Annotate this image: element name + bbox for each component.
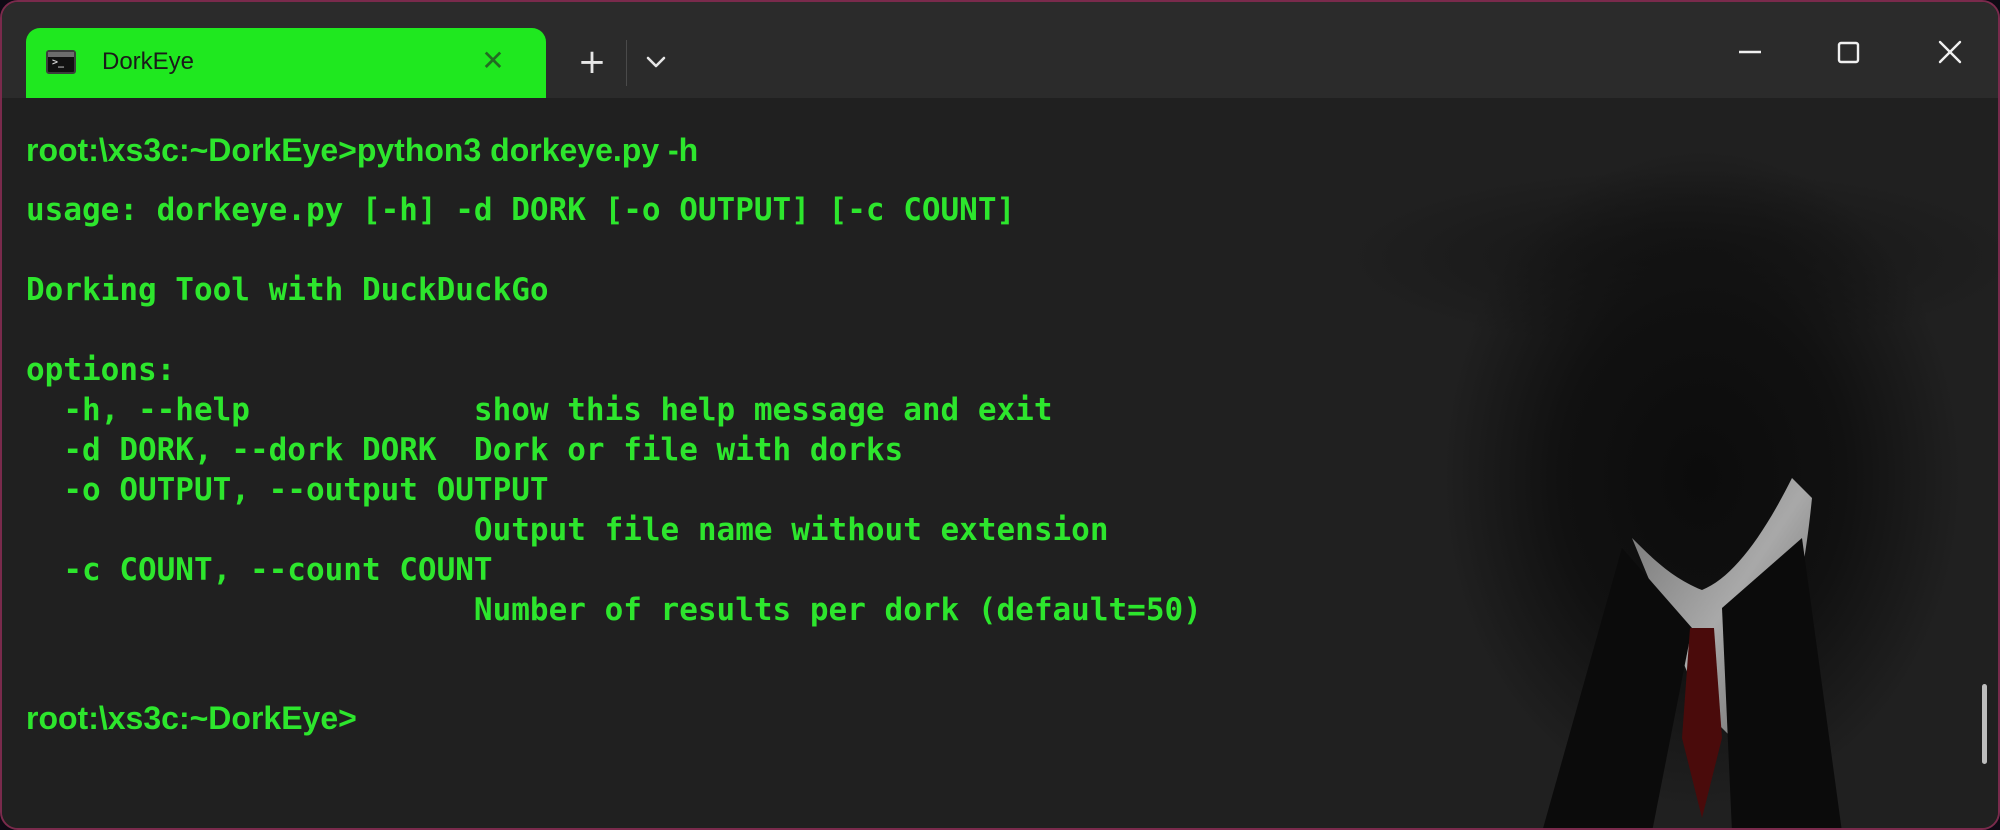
description-line: Dorking Tool with DuckDuckGo	[26, 272, 549, 308]
close-icon[interactable]	[1922, 30, 1978, 78]
maximize-icon[interactable]	[1820, 30, 1876, 78]
command-line: root:\xs3c:~DorkEye>python3 dorkeye.py -…	[26, 132, 699, 168]
option-dork: -d DORK, --dork DORK Dork or file with d…	[26, 432, 904, 468]
usage-line: usage: dorkeye.py [-h] -d DORK [-o OUTPU…	[26, 192, 1016, 228]
title-bar: >_ DorkEye ✕ +	[2, 2, 1998, 98]
terminal-output[interactable]: root:\xs3c:~DorkEye>python3 dorkeye.py -…	[2, 98, 1998, 828]
option-output-description: Output file name without extension	[26, 512, 1109, 548]
options-header: options:	[26, 352, 176, 388]
option-output: -o OUTPUT, --output OUTPUT	[26, 472, 549, 508]
option-count-description: Number of results per dork (default=50)	[26, 592, 1202, 628]
minimize-icon[interactable]	[1722, 30, 1778, 78]
shell-prompt[interactable]: root:\xs3c:~DorkEye>	[26, 698, 357, 738]
scrollbar[interactable]	[1982, 684, 1987, 764]
terminal-window: >_ DorkEye ✕ + root:\xs3c:~DorkEye>pytho…	[0, 0, 2000, 830]
chevron-down-icon[interactable]	[638, 44, 674, 80]
tab-dorkeye[interactable]: >_ DorkEye ✕	[26, 28, 546, 98]
option-help: -h, --help show this help message and ex…	[26, 392, 1053, 428]
option-count: -c COUNT, --count COUNT	[26, 552, 493, 588]
plus-icon[interactable]: +	[572, 42, 612, 82]
titlebar-divider	[626, 40, 627, 86]
terminal-icon: >_	[46, 50, 76, 74]
tab-title: DorkEye	[102, 48, 195, 75]
background-figure	[1543, 478, 1842, 828]
close-icon[interactable]: ✕	[476, 44, 510, 78]
